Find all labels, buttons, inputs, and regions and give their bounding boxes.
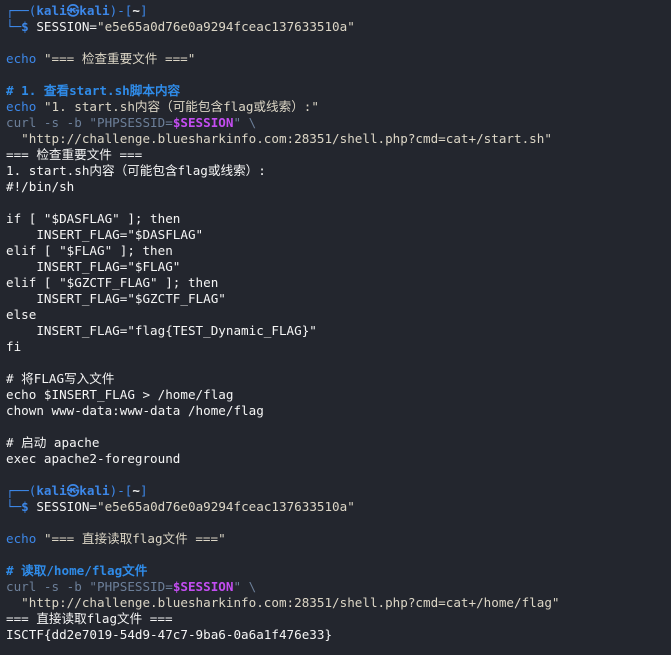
output-line: INSERT_FLAG="$FLAG": [6, 259, 181, 274]
output-line: chown www-data:www-data /home/flag: [6, 403, 264, 418]
command-line[interactable]: └─$ SESSION="e5e65a0d76e0a9294fceac13763…: [6, 19, 671, 35]
cmd-variable: $SESSION: [172, 115, 234, 130]
output-line: fi: [6, 339, 22, 354]
prompt-dollar: └─$: [6, 499, 29, 514]
flag-output: ISCTF{dd2e7019-54d9-47c7-9ba6-0a6a1f476e…: [6, 627, 333, 642]
prompt-symbol: ㉿: [66, 483, 80, 498]
cmd-echo-keyword: echo: [6, 531, 37, 546]
prompt-frame: ]: [139, 483, 148, 498]
prompt-frame: ┌──(: [6, 483, 37, 498]
output-line: 1. start.sh内容（可能包含flag或线索）:: [6, 163, 266, 178]
output-line: # 将FLAG写入文件: [6, 371, 115, 386]
output-line: exec apache2-foreground: [6, 451, 181, 466]
terminal-window[interactable]: ┌──(kali㉿kali)-[~] └─$ SESSION="e5e65a0d…: [0, 0, 671, 655]
output-line: === 检查重要文件 ===: [6, 147, 143, 162]
output-line: if [ "$DASFLAG" ]; then: [6, 211, 181, 226]
prompt-top: ┌──(kali㉿kali)-[~]: [6, 3, 671, 19]
output-line: elif [ "$GZCTF_FLAG" ]; then: [6, 275, 219, 290]
command-echo: echo "1. start.sh内容（可能包含flag或线索）:": [6, 99, 671, 115]
prompt-frame: ┌──(: [6, 3, 37, 18]
prompt-dollar: └─$: [6, 19, 29, 34]
output-line: INSERT_FLAG="flag{TEST_Dynamic_FLAG}": [6, 323, 317, 338]
prompt-dir: ~: [132, 483, 140, 498]
output-line: elif [ "$FLAG" ]; then: [6, 243, 173, 258]
cmd-assign: SESSION=: [36, 19, 98, 34]
prompt-symbol: ㉿: [66, 3, 80, 18]
cmd-comment: # 1. 查看start.sh脚本内容: [6, 83, 181, 98]
cmd-curl: " \: [233, 115, 257, 130]
cmd-session-value: "e5e65a0d76e0a9294fceac137633510a": [97, 499, 355, 514]
cmd-echo-string: "=== 直接读取flag文件 ===": [43, 531, 226, 546]
prompt-host: kali: [79, 483, 110, 498]
cmd-url: "http://challenge.bluesharkinfo.com:2835…: [6, 131, 552, 146]
cmd-echo-keyword: echo: [6, 51, 37, 66]
cmd-session-value: "e5e65a0d76e0a9294fceac137633510a": [97, 19, 355, 34]
cmd-curl: curl -s -b "PHPSESSID=: [6, 579, 173, 594]
command-curl: curl -s -b "PHPSESSID=$SESSION" \: [6, 579, 671, 595]
command-echo: echo "=== 直接读取flag文件 ===": [6, 531, 671, 547]
command-echo: echo "=== 检查重要文件 ===": [6, 51, 671, 67]
prompt-frame: ]: [139, 3, 148, 18]
cmd-variable: $SESSION: [172, 579, 234, 594]
prompt-user: kali: [36, 3, 67, 18]
prompt-frame: )-[: [109, 483, 133, 498]
cmd-echo-string: "=== 检查重要文件 ===": [43, 51, 196, 66]
cmd-comment: # 读取/home/flag文件: [6, 563, 148, 578]
output-line: echo $INSERT_FLAG > /home/flag: [6, 387, 234, 402]
cmd-curl: curl -s -b "PHPSESSID=: [6, 115, 173, 130]
output-line: # 启动 apache: [6, 435, 100, 450]
prompt-user: kali: [36, 483, 67, 498]
cmd-url: "http://challenge.bluesharkinfo.com:2835…: [6, 595, 560, 610]
command-curl: curl -s -b "PHPSESSID=$SESSION" \: [6, 115, 671, 131]
cmd-curl: " \: [233, 579, 257, 594]
prompt-dir: ~: [132, 3, 140, 18]
cmd-assign: SESSION=: [36, 499, 98, 514]
output-line: else: [6, 307, 37, 322]
cmd-echo-keyword: echo: [6, 99, 37, 114]
output-line: INSERT_FLAG="$GZCTF_FLAG": [6, 291, 226, 306]
prompt-frame: )-[: [109, 3, 133, 18]
command-line[interactable]: └─$ SESSION="e5e65a0d76e0a9294fceac13763…: [6, 499, 671, 515]
cmd-echo-string: "1. start.sh内容（可能包含flag或线索）:": [43, 99, 319, 114]
output-line: === 直接读取flag文件 ===: [6, 611, 173, 626]
prompt-top: ┌──(kali㉿kali)-[~]: [6, 483, 671, 499]
prompt-host: kali: [79, 3, 110, 18]
output-line: INSERT_FLAG="$DASFLAG": [6, 227, 204, 242]
output-line: #!/bin/sh: [6, 179, 75, 194]
